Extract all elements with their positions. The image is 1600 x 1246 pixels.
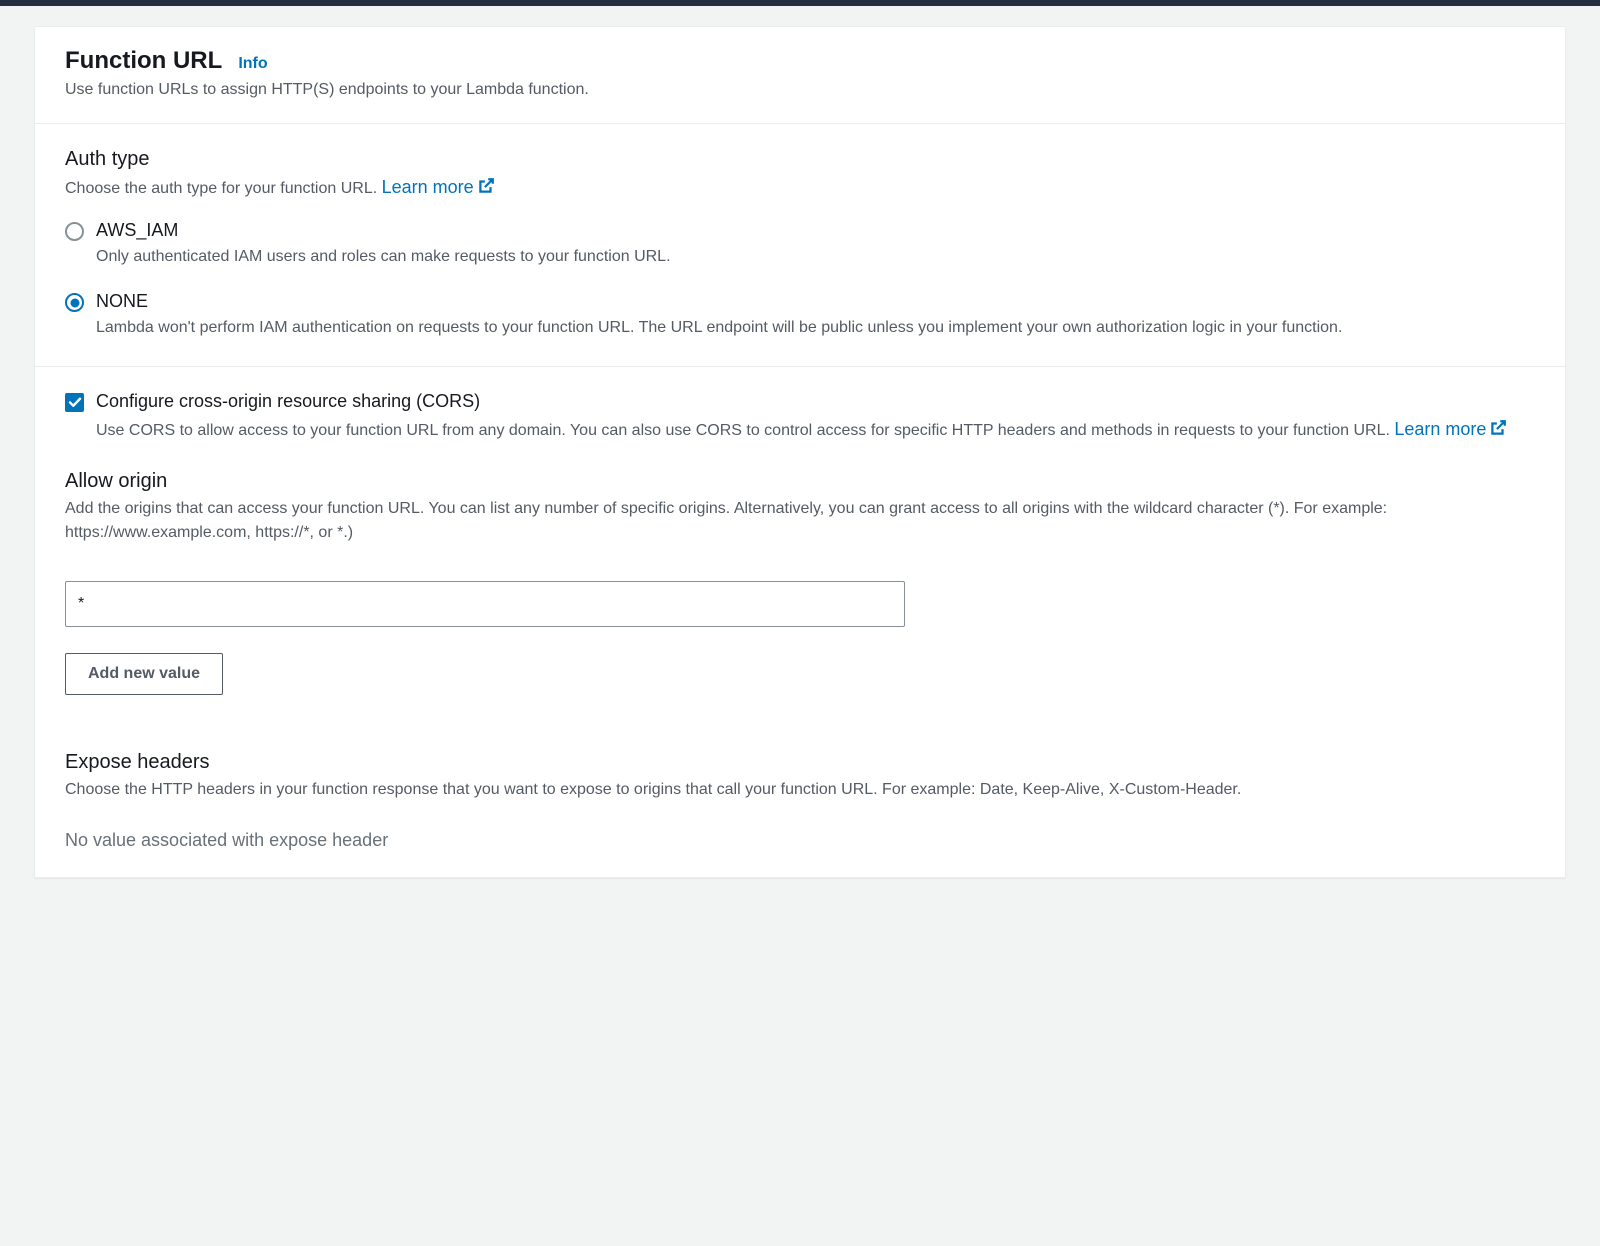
auth-type-desc-text: Choose the auth type for your function U… [65,180,382,197]
panel-header: Function URL Info Use function URLs to a… [35,27,1565,124]
radio-desc: Only authenticated IAM users and roles c… [96,245,1535,269]
radio-label: NONE [96,291,1535,312]
radio-icon [65,222,84,241]
allow-origin-heading: Allow origin [65,470,1535,493]
radio-icon [65,293,84,312]
checkbox-checked-icon [65,393,84,412]
info-link[interactable]: Info [238,55,267,73]
cors-section: Configure cross-origin resource sharing … [35,367,1565,877]
cors-learn-more-link[interactable]: Learn more [1394,419,1507,439]
external-link-icon [477,177,495,202]
panel-title-row: Function URL Info [65,47,1535,75]
function-url-panel: Function URL Info Use function URLs to a… [34,26,1566,878]
auth-radio-aws-iam[interactable]: AWS_IAM Only authenticated IAM users and… [65,220,1535,269]
auth-type-heading: Auth type [65,148,1535,171]
cors-desc-text: Use CORS to allow access to your functio… [96,422,1394,439]
main-container: Function URL Info Use function URLs to a… [0,6,1600,878]
auth-type-desc: Choose the auth type for your function U… [65,175,1535,202]
auth-radio-group: AWS_IAM Only authenticated IAM users and… [65,220,1535,340]
cors-checkbox[interactable]: Configure cross-origin resource sharing … [65,391,1535,446]
auth-type-section: Auth type Choose the auth type for your … [35,124,1565,367]
expose-headers-placeholder: No value associated with expose header [65,830,1535,851]
expose-headers-desc: Choose the HTTP headers in your function… [65,778,1535,802]
allow-origin-input[interactable] [65,581,905,627]
cors-checkbox-desc: Use CORS to allow access to your functio… [96,416,1535,446]
radio-label: AWS_IAM [96,220,1535,241]
radio-body: AWS_IAM Only authenticated IAM users and… [96,220,1535,269]
add-new-value-button[interactable]: Add new value [65,653,223,695]
allow-origin-desc: Add the origins that can access your fun… [65,497,1535,545]
auth-learn-more-link[interactable]: Learn more [382,177,495,197]
checkbox-body: Configure cross-origin resource sharing … [96,391,1535,446]
cors-checkbox-label: Configure cross-origin resource sharing … [96,391,1535,412]
radio-desc: Lambda won't perform IAM authentication … [96,316,1535,340]
expose-headers-heading: Expose headers [65,751,1535,774]
page-title: Function URL [65,47,222,75]
auth-radio-none[interactable]: NONE Lambda won't perform IAM authentica… [65,291,1535,340]
radio-body: NONE Lambda won't perform IAM authentica… [96,291,1535,340]
learn-more-text: Learn more [1394,419,1486,439]
page-subtitle: Use function URLs to assign HTTP(S) endp… [65,81,1535,99]
external-link-icon [1489,418,1507,446]
learn-more-text: Learn more [382,177,474,197]
